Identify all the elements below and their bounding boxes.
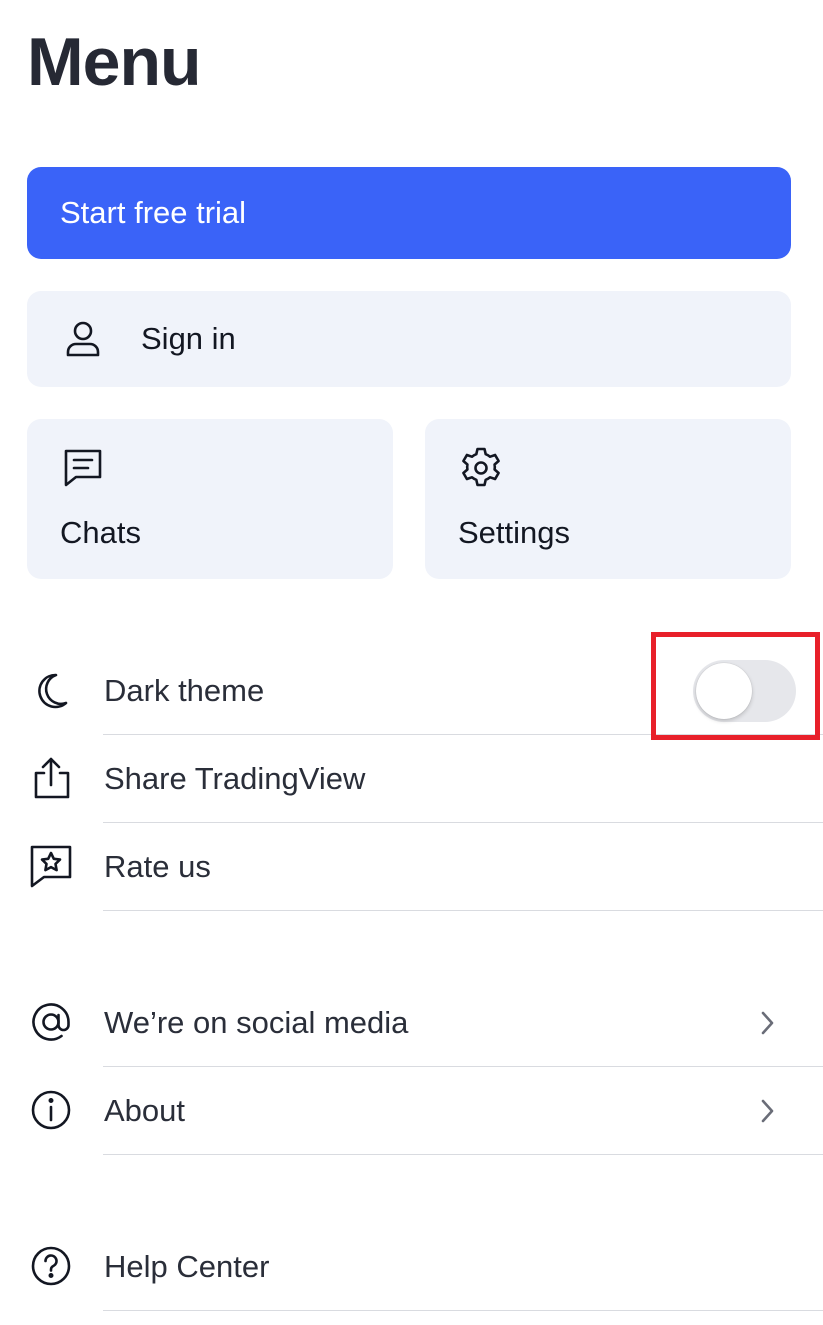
social-media-label: We’re on social media [104, 1005, 409, 1040]
page-title: Menu [27, 24, 202, 100]
sign-in-button[interactable]: Sign in [27, 291, 791, 387]
chevron-right-icon [761, 1011, 774, 1035]
at-icon [32, 1003, 70, 1041]
chevron-right-icon [761, 1099, 774, 1123]
moon-icon [38, 673, 68, 709]
star-bubble-icon [30, 845, 72, 888]
about-row[interactable]: About [0, 1067, 823, 1155]
question-icon [31, 1246, 71, 1286]
chats-label: Chats [60, 515, 141, 550]
dark-theme-toggle[interactable] [693, 660, 796, 722]
start-free-trial-label: Start free trial [60, 195, 247, 230]
dark-theme-label: Dark theme [104, 673, 265, 708]
divider [103, 910, 823, 911]
settings-tile[interactable]: Settings [425, 419, 791, 579]
social-media-row[interactable]: We’re on social media [0, 979, 823, 1067]
share-row[interactable]: Share TradingView [0, 735, 823, 823]
gear-icon [462, 447, 500, 487]
rate-us-label: Rate us [104, 849, 211, 884]
divider [103, 1154, 823, 1155]
chats-tile[interactable]: Chats [27, 419, 393, 579]
user-icon [66, 321, 100, 357]
rate-us-row[interactable]: Rate us [0, 823, 823, 911]
about-label: About [104, 1093, 186, 1128]
toggle-knob [696, 663, 752, 719]
share-icon [34, 757, 70, 799]
divider [103, 1310, 823, 1311]
share-label: Share TradingView [104, 761, 366, 796]
settings-label: Settings [458, 515, 571, 550]
chat-icon [64, 449, 102, 487]
help-center-label: Help Center [104, 1249, 270, 1284]
info-icon [31, 1090, 71, 1130]
sign-in-label: Sign in [141, 321, 236, 356]
help-center-row[interactable]: Help Center [0, 1223, 823, 1311]
start-free-trial-button[interactable]: Start free trial [27, 167, 791, 259]
